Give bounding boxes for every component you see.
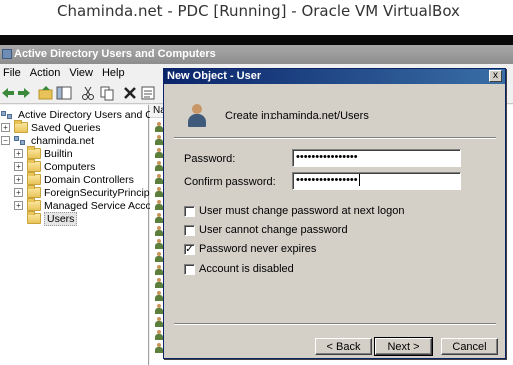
create-in-label: Create in: [225, 110, 273, 122]
checkbox-cannot-change-password[interactable] [184, 224, 195, 236]
properties-icon[interactable] [140, 85, 156, 101]
checkbox-must-change-password[interactable] [184, 205, 195, 217]
text-caret [358, 174, 360, 187]
tree-label: Domain Controllers [44, 173, 134, 186]
cut-icon[interactable] [80, 85, 96, 101]
folder-icon [27, 146, 41, 159]
password-label: Password: [184, 153, 236, 165]
delete-icon[interactable] [122, 85, 138, 101]
tree-label: ForeignSecurityPrincipals [44, 186, 164, 199]
cannot-change-password-option[interactable]: User cannot change password [184, 224, 348, 236]
show-hide-console-tree-icon[interactable] [56, 85, 72, 101]
account-disabled-option[interactable]: Account is disabled [184, 263, 294, 275]
confirm-password-field[interactable]: •••••••••••••••• [292, 172, 461, 190]
folder-icon [27, 185, 41, 198]
password-value: •••••••••••••••• [296, 151, 358, 163]
virtualbox-title: Chaminda.net - PDC [Running] - Oracle VM… [57, 2, 460, 20]
dialog-title: New Object - User [167, 70, 262, 82]
forward-arrow-icon[interactable] [16, 85, 32, 101]
expand-icon[interactable]: + [14, 188, 23, 197]
create-in-value: chaminda.net/Users [271, 110, 369, 122]
aduc-root-icon [1, 109, 15, 121]
user-avatar-icon [186, 104, 208, 128]
confirm-password-value: •••••••••••••••• [296, 174, 358, 186]
bottom-separator [174, 323, 496, 325]
menu-view[interactable]: View [67, 67, 100, 79]
must-change-password-option[interactable]: User must change password at next logon [184, 205, 404, 217]
virtualbox-title-bar: Chaminda.net - PDC [Running] - Oracle VM… [0, 0, 513, 24]
menu-help[interactable]: Help [100, 67, 132, 79]
vm-screen-border [0, 35, 513, 45]
virtualbox-toolbar-strip [0, 24, 513, 35]
tree-label: Users [44, 211, 78, 226]
aduc-title: Active Directory Users and Computers [14, 48, 216, 60]
cancel-button[interactable]: Cancel [441, 338, 498, 355]
checkbox-label: User cannot change password [199, 224, 348, 236]
checkbox-label: User must change password at next logon [199, 205, 405, 217]
collapse-icon[interactable]: − [1, 136, 10, 145]
password-never-expires-option[interactable]: ✓ Password never expires [184, 243, 316, 255]
folder-icon [14, 120, 28, 133]
up-folder-icon[interactable] [38, 85, 54, 101]
tree-item-managed-service-accounts[interactable]: + Managed Service Accounts [14, 198, 171, 212]
next-button[interactable]: Next > [374, 337, 433, 356]
tree-item-domain[interactable]: − chaminda.net [1, 134, 94, 147]
expand-icon[interactable]: + [1, 123, 10, 132]
expand-icon[interactable]: + [14, 149, 23, 158]
checkbox-password-never-expires[interactable]: ✓ [184, 243, 195, 255]
tree-item-foreign-security-principals[interactable]: + ForeignSecurityPrincipals [14, 185, 164, 199]
checkbox-label: Password never expires [199, 243, 317, 255]
expand-icon[interactable]: + [14, 162, 23, 171]
expand-icon[interactable]: + [14, 201, 23, 210]
tree-label: chaminda.net [31, 134, 95, 147]
tree-item-saved-queries[interactable]: + Saved Queries [1, 120, 101, 134]
dialog-title-bar: New Object - User x [164, 69, 505, 84]
tree-label: Saved Queries [31, 121, 101, 134]
folder-icon [27, 172, 41, 185]
password-field[interactable]: •••••••••••••••• [292, 149, 461, 167]
close-icon[interactable]: x [489, 70, 502, 82]
tree-item-builtin[interactable]: + Builtin [14, 146, 73, 160]
copy-icon[interactable] [99, 85, 115, 101]
checkbox-account-disabled[interactable] [184, 263, 195, 275]
folder-icon [27, 198, 41, 211]
tree-label: Computers [44, 160, 96, 173]
console-tree: Active Directory Users and Comput + Save… [0, 105, 182, 365]
confirm-password-label: Confirm password: [184, 176, 276, 188]
tree-item-users[interactable]: Users [27, 211, 78, 226]
top-separator [174, 137, 496, 139]
folder-icon [27, 159, 41, 172]
checkbox-label: Account is disabled [199, 263, 294, 275]
menu-file[interactable]: File [1, 67, 28, 79]
new-object-user-dialog: New Object - User x Create in: chaminda.… [163, 68, 506, 359]
back-arrow-icon[interactable] [0, 85, 16, 101]
expand-icon[interactable]: + [14, 175, 23, 184]
domain-icon [14, 135, 28, 147]
menu-action[interactable]: Action [28, 67, 68, 79]
aduc-title-bar: Active Directory Users and Computers [0, 45, 513, 64]
tree-label: Builtin [44, 147, 73, 160]
back-button[interactable]: < Back [315, 338, 372, 355]
folder-icon [27, 211, 41, 224]
aduc-app-icon [2, 49, 12, 59]
